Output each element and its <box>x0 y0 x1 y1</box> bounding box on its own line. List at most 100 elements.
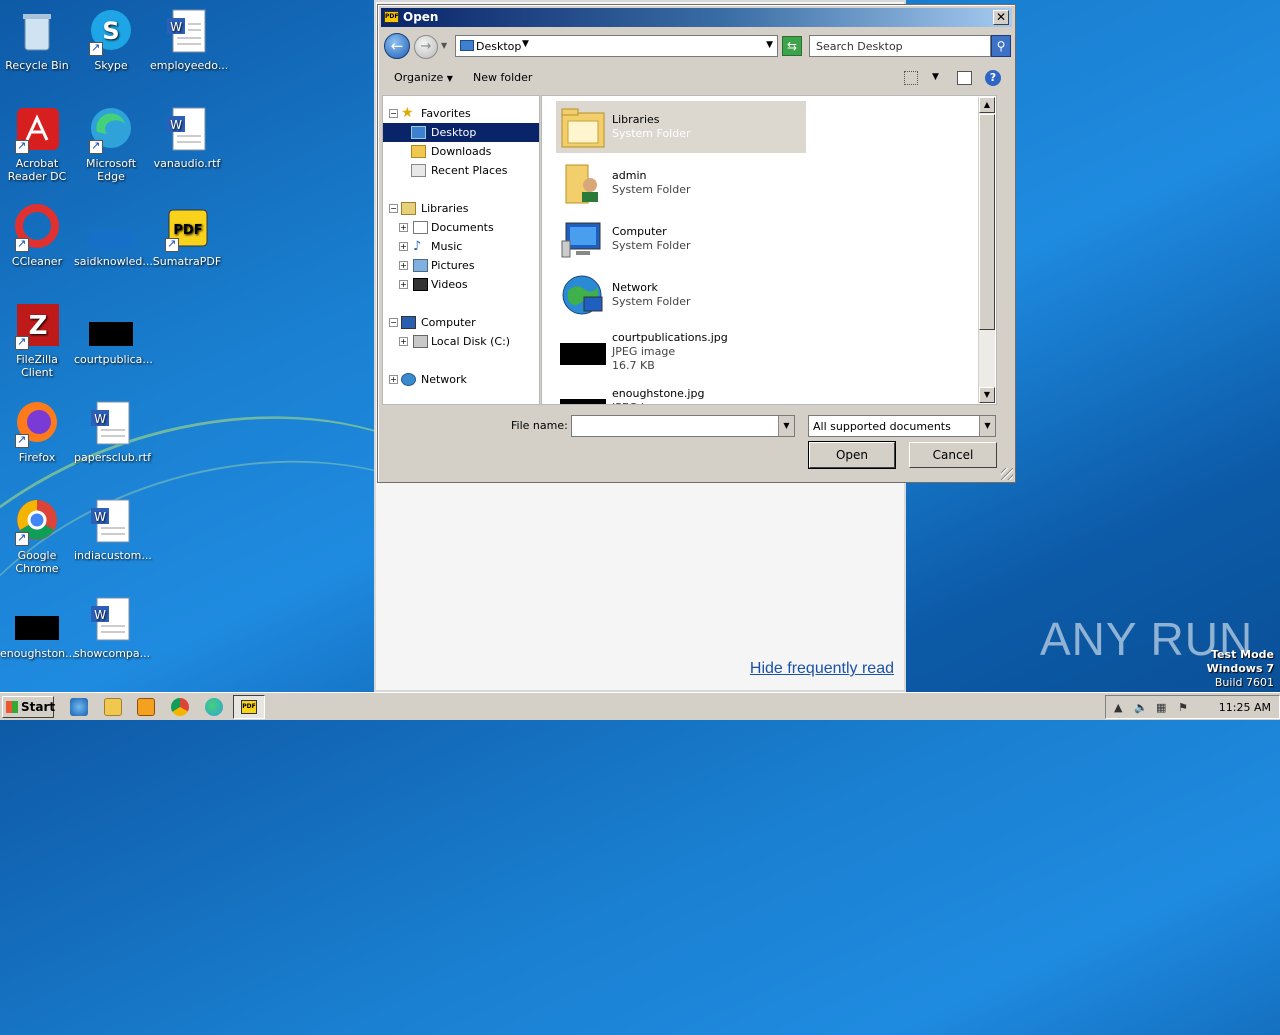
nav-local-disk[interactable]: + Local Disk (C:) <box>383 332 539 351</box>
forward-button[interactable]: → <box>414 35 438 59</box>
desktop-icon-chrome[interactable]: Google Chrome <box>0 498 74 575</box>
cancel-button[interactable]: Cancel <box>909 442 997 468</box>
navigation-pane: − ★ Favorites Desktop Downloads Recent P… <box>382 95 540 405</box>
explorer-folder-icon[interactable] <box>104 698 122 716</box>
desktop-icon-recycle-bin[interactable]: Recycle Bin <box>0 8 74 72</box>
edge-taskbar-icon[interactable] <box>205 698 223 716</box>
scroll-thumb[interactable] <box>979 114 995 330</box>
desktop-icon-firefox[interactable]: Firefox <box>0 400 74 464</box>
desktop-icon-courtpublica[interactable]: courtpublica... <box>74 302 153 366</box>
icon-label: Microsoft Edge <box>85 157 137 183</box>
desktop-icon-edge[interactable]: Microsoft Edge <box>74 106 148 183</box>
open-button[interactable]: Open <box>808 441 896 469</box>
edge-icon <box>87 106 135 154</box>
desktop-icon-sumatrapdf[interactable]: PDF SumatraPDF <box>150 204 224 268</box>
desktop-icon-indiacustom[interactable]: W indiacustom... <box>74 498 152 562</box>
new-folder-button[interactable]: New folder <box>473 71 532 84</box>
file-item[interactable]: Network System Folder <box>556 269 806 321</box>
file-name-input[interactable]: ▼ <box>571 415 795 437</box>
nav-desktop[interactable]: Desktop <box>383 123 539 142</box>
back-button[interactable]: ← <box>384 33 410 59</box>
computer-icon <box>560 217 606 261</box>
nav-label: Pictures <box>431 259 475 272</box>
scroll-up-icon[interactable]: ▲ <box>979 97 995 113</box>
sumatrapdf-taskbar-button[interactable]: PDF <box>233 695 265 719</box>
collapse-icon[interactable]: − <box>389 318 398 327</box>
nav-pictures[interactable]: + Pictures <box>383 256 539 275</box>
organize-label: Organize <box>394 71 444 84</box>
desktop-icon-skype[interactable]: S Skype <box>74 8 148 72</box>
file-item[interactable]: Computer System Folder <box>556 213 806 265</box>
blank-file-icon <box>87 204 135 252</box>
address-bar[interactable]: Desktop ▼ ▼ <box>455 35 778 57</box>
desktop-icon-enoughston[interactable]: enoughston... <box>0 596 76 660</box>
expand-icon[interactable]: + <box>399 242 408 251</box>
expand-icon[interactable]: + <box>389 375 398 384</box>
view-dropdown-icon[interactable]: ▼ <box>932 72 939 82</box>
nav-libraries[interactable]: − Libraries <box>383 199 539 218</box>
expand-icon[interactable]: + <box>399 280 408 289</box>
collapse-icon[interactable]: − <box>389 109 398 118</box>
file-name: Libraries <box>612 113 660 126</box>
file-item[interactable]: enoughstone.jpg JPEG image <box>556 381 806 404</box>
file-item[interactable]: Libraries System Folder <box>556 101 806 153</box>
file-type-select[interactable]: All supported documents ▼ <box>808 415 996 437</box>
history-dropdown-icon[interactable]: ▼ <box>441 41 447 50</box>
internet-explorer-icon[interactable] <box>70 698 88 716</box>
media-player-icon[interactable] <box>137 698 155 716</box>
scroll-down-icon[interactable]: ▼ <box>979 387 995 403</box>
icon-label: Acrobat Reader DC <box>7 157 67 183</box>
desktop-icon-vanaudio[interactable]: W vanaudio.rtf <box>150 106 224 170</box>
start-button[interactable]: Start <box>2 696 55 718</box>
nav-documents[interactable]: + Documents <box>383 218 539 237</box>
volume-icon[interactable]: 🔈 <box>1134 701 1148 714</box>
address-dropdown-icon[interactable]: ▼ <box>766 40 773 50</box>
network-tray-icon[interactable]: ▦ <box>1156 701 1166 714</box>
expand-icon[interactable]: + <box>399 337 408 346</box>
search-icon[interactable]: ⚲ <box>991 35 1011 57</box>
desktop-icon-showcompa[interactable]: W showcompa... <box>74 596 150 660</box>
search-input[interactable]: Search Desktop <box>809 35 991 57</box>
collapse-icon[interactable]: − <box>389 204 398 213</box>
file-item[interactable]: courtpublications.jpg JPEG image 16.7 KB <box>556 325 806 377</box>
file-type-dropdown-icon[interactable]: ▼ <box>979 416 995 436</box>
nav-network[interactable]: + Network <box>383 370 539 389</box>
expand-icon[interactable]: + <box>399 223 408 232</box>
resize-grip[interactable] <box>1001 468 1013 480</box>
desktop-icon-ccleaner[interactable]: CCleaner <box>0 204 74 268</box>
nav-computer[interactable]: − Computer <box>383 313 539 332</box>
file-item[interactable]: admin System Folder <box>556 157 806 209</box>
preview-pane-icon[interactable] <box>957 71 972 85</box>
breadcrumb-chevron-icon[interactable]: ▼ <box>522 39 529 49</box>
file-type-value: All supported documents <box>813 420 951 433</box>
dialog-titlebar[interactable]: PDF Open ✕ <box>381 8 1012 27</box>
pictures-icon <box>413 259 428 272</box>
change-view-icon[interactable] <box>904 71 918 85</box>
hide-frequently-read-link[interactable]: Hide frequently read <box>750 660 894 678</box>
organize-button[interactable]: Organize ▼ <box>394 71 453 84</box>
show-hidden-icons-icon[interactable]: ▲ <box>1114 701 1122 714</box>
chrome-taskbar-icon[interactable] <box>171 698 189 716</box>
help-icon[interactable]: ? <box>985 70 1001 86</box>
system-tray: ▲ 🔈 ▦ ⚑ 11:25 AM <box>1105 695 1280 719</box>
nav-videos[interactable]: + Videos <box>383 275 539 294</box>
expand-icon[interactable]: + <box>399 261 408 270</box>
file-name-dropdown-icon[interactable]: ▼ <box>778 416 794 436</box>
desktop-icon-employeedo[interactable]: W employeedo... <box>150 8 228 72</box>
desktop-icon-saidknowled[interactable]: saidknowled... <box>74 204 153 268</box>
jpeg-thumbnail-icon <box>560 329 606 373</box>
organize-dropdown-icon: ▼ <box>446 74 453 83</box>
nav-favorites[interactable]: − ★ Favorites <box>383 104 539 123</box>
desktop-icon-papersclub[interactable]: W papersclub.rtf <box>74 400 151 464</box>
filezilla-icon: Z <box>13 302 61 350</box>
nav-recent-places[interactable]: Recent Places <box>383 161 539 180</box>
clock[interactable]: 11:25 AM <box>1219 701 1271 714</box>
close-button[interactable]: ✕ <box>993 10 1009 25</box>
action-center-flag-icon[interactable]: ⚑ <box>1178 701 1188 714</box>
file-list-scrollbar[interactable]: ▲ ▼ <box>978 97 995 403</box>
refresh-button[interactable]: ⇆ <box>782 36 802 56</box>
desktop-icon-filezilla[interactable]: Z FileZilla Client <box>0 302 74 379</box>
desktop-icon-acrobat[interactable]: Acrobat Reader DC <box>0 106 74 183</box>
nav-music[interactable]: + ♪ Music <box>383 237 539 256</box>
nav-downloads[interactable]: Downloads <box>383 142 539 161</box>
